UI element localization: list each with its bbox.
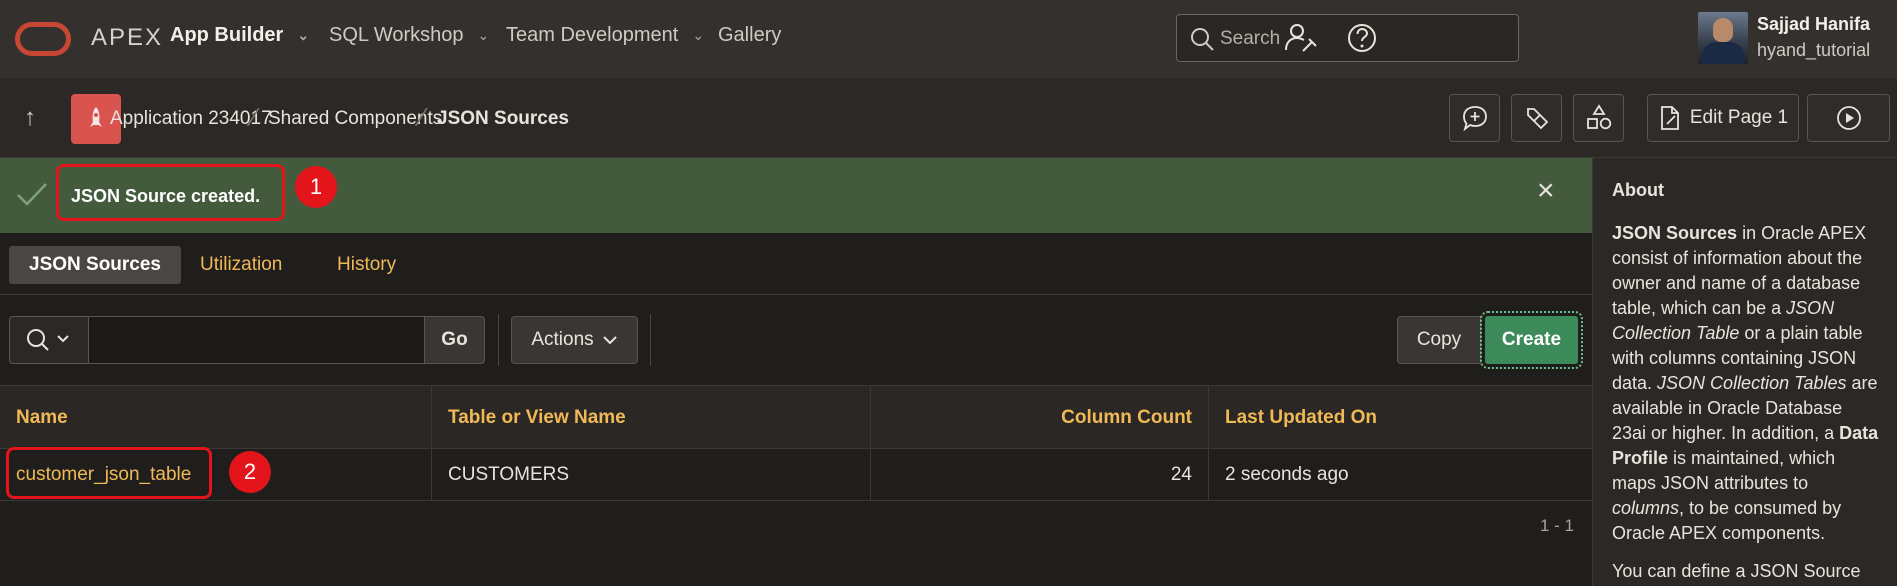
toolbar-divider	[650, 314, 651, 366]
top-navigation-bar: APEX App Builder ⌄ SQL Workshop ⌄ Team D…	[0, 0, 1897, 78]
search-icon	[1191, 28, 1214, 51]
nav-app-builder-label: App Builder	[170, 24, 284, 46]
close-icon[interactable]: ×	[1537, 174, 1555, 208]
run-page-button[interactable]	[1807, 94, 1890, 142]
go-button[interactable]: Go	[424, 316, 485, 364]
breadcrumb-application[interactable]: Application 234017	[110, 108, 272, 130]
chevron-down-icon	[602, 336, 617, 345]
add-comment-icon	[1462, 106, 1487, 132]
edit-page-button[interactable]: Edit Page 1	[1647, 94, 1799, 142]
tab-bar: JSON Sources Utilization History	[0, 233, 1592, 295]
edit-document-icon	[1660, 106, 1679, 130]
pagination-text: 1 - 1	[1540, 516, 1575, 535]
nav-gallery-label: Gallery	[718, 24, 782, 46]
user-name[interactable]: Sajjad Hanifa	[1757, 14, 1870, 35]
actions-label: Actions	[531, 329, 594, 350]
nav-sql-workshop-label: SQL Workshop	[329, 24, 464, 46]
table-header: Name Table or View Name Column Count Las…	[0, 385, 1592, 450]
user-workspace: hyand_tutorial	[1757, 40, 1871, 60]
create-button[interactable]: Create	[1480, 311, 1583, 369]
about-panel: About JSON Sources in Oracle APEX consis…	[1592, 158, 1897, 586]
edit-page-label: Edit Page 1	[1689, 107, 1789, 128]
nav-team-development[interactable]: Team Development ⌄	[506, 24, 704, 47]
last-updated-cell: 2 seconds ago	[1225, 464, 1349, 485]
annotation-number-1: 1	[295, 166, 337, 208]
check-icon	[17, 183, 47, 206]
about-paragraph-1: JSON Sources in Oracle APEX consist of i…	[1612, 223, 1879, 543]
breadcrumb-bar: ↑ Application 234017 ∕ Shared Components…	[0, 78, 1897, 158]
column-header-name[interactable]: Name	[0, 386, 432, 450]
help-icon[interactable]	[1344, 20, 1380, 56]
search-icon	[27, 329, 69, 351]
shared-components-button[interactable]	[1573, 94, 1624, 142]
breadcrumb-separator: ∕	[420, 102, 425, 132]
breadcrumb-shared-components[interactable]: Shared Components	[268, 108, 442, 130]
nav-sql-workshop[interactable]: SQL Workshop ⌄	[329, 24, 489, 47]
search-column-selector[interactable]	[9, 316, 89, 364]
about-paragraph-2: You can define a JSON Source	[1612, 561, 1861, 581]
nav-team-development-label: Team Development	[506, 24, 679, 46]
play-icon	[1836, 106, 1861, 130]
column-header-column-count[interactable]: Column Count	[871, 386, 1209, 450]
tab-utilization[interactable]: Utilization	[180, 246, 302, 284]
chevron-down-icon: ⌄	[477, 27, 490, 43]
shapes-icon	[1586, 104, 1611, 130]
apex-brand[interactable]: APEX	[91, 24, 163, 52]
table-or-view-name-cell: CUSTOMERS	[432, 449, 871, 501]
about-title: About	[1612, 180, 1664, 200]
copy-button[interactable]: Copy	[1397, 316, 1481, 364]
chevron-down-icon: ⌄	[297, 27, 310, 43]
column-count-cell: 24	[871, 449, 1209, 501]
nav-app-builder[interactable]: App Builder ⌄	[170, 24, 309, 47]
column-header-table-or-view-name[interactable]: Table or View Name	[432, 386, 871, 450]
breadcrumb-separator: ∕	[252, 102, 257, 132]
oracle-logo[interactable]	[15, 22, 71, 56]
toolbar-divider	[498, 314, 499, 366]
annotation-box-1	[56, 164, 285, 221]
tab-history[interactable]: History	[317, 246, 416, 284]
tab-json-sources[interactable]: JSON Sources	[9, 246, 181, 284]
report-search-input[interactable]	[89, 316, 425, 364]
admin-tools-icon[interactable]	[1283, 20, 1319, 56]
magic-wand-icon	[1526, 108, 1548, 130]
report-toolbar: Go Actions Copy Create	[0, 296, 1592, 384]
breadcrumb-json-sources: JSON Sources	[437, 108, 569, 129]
chevron-down-icon: ⌄	[692, 27, 705, 43]
nav-gallery[interactable]: Gallery	[718, 24, 781, 47]
column-header-last-updated-on[interactable]: Last Updated On	[1209, 386, 1592, 450]
search-placeholder: Search	[1220, 28, 1281, 49]
annotation-box-2	[6, 447, 212, 499]
annotation-number-2: 2	[229, 451, 271, 493]
up-arrow-icon[interactable]: ↑	[24, 104, 36, 132]
actions-menu-button[interactable]: Actions	[511, 316, 638, 364]
user-avatar[interactable]	[1698, 12, 1748, 64]
comments-button[interactable]	[1449, 94, 1500, 142]
developer-toolbar-button[interactable]	[1511, 94, 1562, 142]
